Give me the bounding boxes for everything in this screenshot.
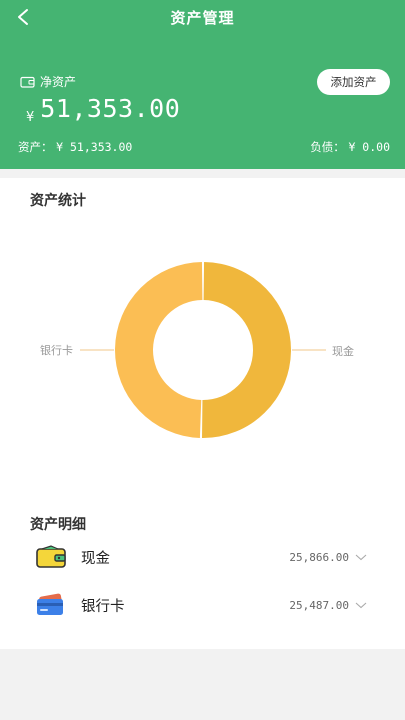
chevron-down-icon (355, 602, 367, 609)
chevron-down-icon (355, 554, 367, 561)
currency-symbol: ¥ (26, 110, 35, 125)
donut-slice-cash[interactable] (202, 262, 292, 439)
header-banner: 资产管理 净资产 添加资产 ¥ 51,353.00 资产： ¥ 51,353.0… (0, 0, 405, 169)
asset-amount-cash: 25,866.00 (289, 550, 349, 564)
asset-row-cash[interactable]: 现金 25,866.00 (0, 536, 405, 578)
net-assets-label: 净资产 (40, 75, 77, 89)
assets-label: 资产： (18, 140, 53, 154)
asset-name-cash: 现金 (81, 550, 110, 567)
asset-name-bank-card: 银行卡 (81, 598, 125, 615)
wallet-icon (36, 545, 66, 568)
chart-label-bank: 银行卡 (40, 343, 73, 357)
asset-row-bank-card[interactable]: 银行卡 25,487.00 (0, 584, 405, 626)
asset-card: 资产统计 银行卡 现金 资产明细 现金 25,866.00 银行卡 25,487… (0, 178, 405, 649)
liabilities-value: ¥ 0.00 (348, 140, 390, 154)
page-title: 资产管理 (170, 9, 235, 27)
add-asset-button[interactable]: 添加资产 (317, 69, 390, 95)
summary-row: 资产： ¥ 51,353.00 负债： ¥ 0.00 (18, 139, 390, 155)
wallet-outline-icon (20, 76, 35, 88)
net-assets-value-row: ¥ 51,353.00 (26, 94, 181, 125)
bank-card-icon (37, 593, 63, 615)
assets-value: ¥ 51,353.00 (56, 140, 133, 154)
net-assets-label-row: 净资产 (20, 73, 76, 90)
donut-slice-bank-card[interactable] (115, 262, 203, 438)
details-title: 资产明细 (30, 517, 86, 533)
net-assets-value: 51,353.00 (40, 94, 181, 123)
asset-donut-chart: 银行卡 现金 (40, 262, 354, 439)
assets-summary: 资产： ¥ 51,353.00 (18, 139, 132, 155)
asset-amount-bank-card: 25,487.00 (289, 598, 349, 612)
stats-title: 资产统计 (30, 193, 86, 209)
liabilities-label: 负债： (310, 140, 345, 154)
liabilities-summary: 负债： ¥ 0.00 (310, 139, 390, 155)
chart-label-cash: 现金 (332, 344, 354, 358)
